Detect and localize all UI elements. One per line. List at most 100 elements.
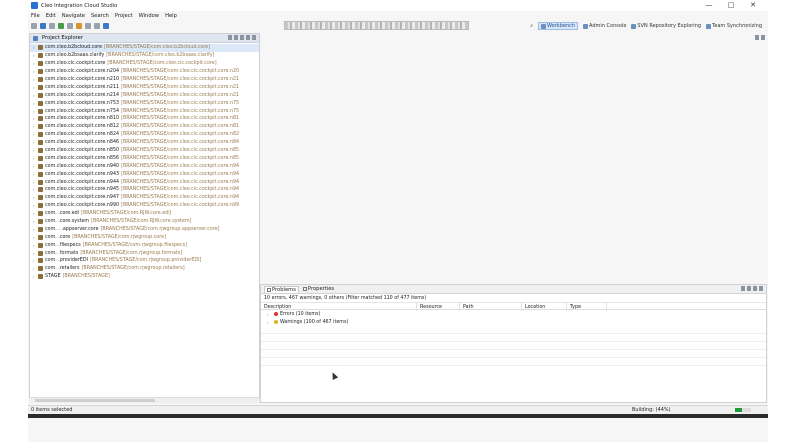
editor-toolbar <box>755 35 765 40</box>
project-name: com.cleo.cic.cockpit.core.n947 <box>45 195 120 201</box>
menu-window[interactable]: Window <box>139 13 159 19</box>
project-branch: [BRANCHES/STAGE/com.cleo.cic.cockpit.cor… <box>121 195 240 201</box>
maximize-view-icon[interactable] <box>252 35 256 40</box>
link-editor-icon[interactable] <box>234 35 238 40</box>
tree-item[interactable]: › com.cleo.cic.cockpit.core.n210 [BRANCHES… <box>30 76 259 84</box>
menu-search[interactable]: Search <box>91 13 109 19</box>
warning-icon <box>274 320 278 324</box>
tree-item[interactable]: › com.cleo.cic.cockpit.core.n944 [BRANCHES… <box>30 178 259 186</box>
tree-item[interactable]: › com.cleo.cic.cockpit.core [BRANCHES/STAG… <box>30 60 259 68</box>
column-resource[interactable]: Resource <box>417 303 460 311</box>
minimize-editor-icon[interactable] <box>755 35 759 40</box>
build-icon[interactable] <box>76 23 82 29</box>
tree-item[interactable]: › com.cleo.b2bcloud.core [BRANCHES/STAGE/c… <box>30 44 259 52</box>
perspective-team-sync[interactable]: Team Synchronizing <box>706 23 762 29</box>
menu-navigate[interactable]: Navigate <box>62 13 85 19</box>
print-icon[interactable] <box>49 23 55 29</box>
obscured-search-field[interactable] <box>284 21 469 30</box>
column-location[interactable]: Location <box>522 303 567 311</box>
menu-file[interactable]: File <box>31 13 40 19</box>
tree-item[interactable]: › com.cleo.cic.cockpit.core.n754 [BRANCHES… <box>30 107 259 115</box>
back-icon[interactable] <box>85 23 91 29</box>
column-path[interactable]: Path <box>460 303 522 311</box>
tab-properties[interactable]: Properties <box>302 286 335 292</box>
tree-item[interactable]: › com.cleo.cic.cockpit.core.n943 [BRANCHES… <box>30 170 259 178</box>
project-folder-icon <box>38 226 43 232</box>
tree-item[interactable]: › com.cleo.cic.cockpit.core.n211 [BRANCHES… <box>30 83 259 91</box>
project-folder-icon <box>38 69 43 75</box>
project-branch: [BRANCHES/STAGE/com.rjwgroup.appserver.c… <box>100 226 220 232</box>
tree-item[interactable]: › com.cleo.cic.cockpit.core.n812 [BRANCHES… <box>30 123 259 131</box>
maximize-view-icon[interactable] <box>759 286 763 291</box>
tree-item[interactable]: › com.cleo.cic.cockpit.core.n753 [BRANCHES… <box>30 99 259 107</box>
app-window: Cleo Integration Cloud Studio — □ ✕ File… <box>28 0 768 442</box>
perspective-workbench[interactable]: Workbench <box>538 22 579 30</box>
maximize-button[interactable]: □ <box>720 0 742 11</box>
tree-item[interactable]: › com. .core.system [BRANCHES/STAGE/com.RJ… <box>30 218 259 226</box>
problems-row-errors[interactable]: › Errors (10 items) <box>261 310 766 318</box>
problems-view-toolbar <box>741 286 763 291</box>
tree-item[interactable]: › com. .providerEDI [BRANCHES/STAGE/com.rj… <box>30 257 259 265</box>
new-icon[interactable] <box>31 23 37 29</box>
column-description[interactable]: Description <box>261 303 417 311</box>
perspective-svn[interactable]: SVN Repository Exploring <box>631 23 701 29</box>
project-name: com.cleo.cic.cockpit.core.n850 <box>45 148 120 154</box>
tree-item[interactable]: › com.cleo.cic.cockpit.core.n990 [BRANCHES… <box>30 202 259 210</box>
nav-icon[interactable] <box>103 23 109 29</box>
view-menu-icon[interactable] <box>240 35 244 40</box>
menu-project[interactable]: Project <box>115 13 133 19</box>
debug-icon[interactable] <box>67 23 73 29</box>
tree-item[interactable]: › com.cleo.cic.cockpit.core.n824 [BRANCHES… <box>30 131 259 139</box>
tree-item[interactable]: › STAGE [BRANCHES/STAGE] <box>30 273 259 281</box>
tab-problems[interactable]: Problems <box>264 285 299 293</box>
collapse-all-icon[interactable] <box>228 35 232 40</box>
project-branch: [BRANCHES/STAGE/com.cleo.cic.cockpit.cor… <box>121 116 240 122</box>
run-icon[interactable] <box>58 23 64 29</box>
view-menu-icon[interactable] <box>747 286 751 291</box>
tab-label: Properties <box>307 286 335 292</box>
tree-item[interactable]: › com.cleo.b2bsaas.clarify [BRANCHES/STAGE… <box>30 52 259 60</box>
tree-item[interactable]: › com.cleo.cic.cockpit.core.n856 [BRANCHES… <box>30 154 259 162</box>
menu-help[interactable]: Help <box>165 13 177 19</box>
minimize-button[interactable]: — <box>698 0 720 11</box>
tree-item[interactable]: › com.cleo.cic.cockpit.core.n947 [BRANCHES… <box>30 194 259 202</box>
problems-row-warnings[interactable]: › Warnings (100 of 467 items) <box>261 318 766 326</box>
project-folder-icon <box>38 250 43 256</box>
tree-item[interactable]: › com. .filespecs [BRANCHES/STAGE/com.rjwg… <box>30 241 259 249</box>
menu-edit[interactable]: Edit <box>46 13 56 19</box>
problems-summary: 10 errors, 467 warnings, 0 others (Filte… <box>264 295 427 301</box>
tree-item[interactable]: › com.cleo.cic.cockpit.core.n846 [BRANCHES… <box>30 139 259 147</box>
save-icon[interactable] <box>40 23 46 29</box>
close-button[interactable]: ✕ <box>742 0 764 11</box>
expand-arrow-icon[interactable]: › <box>267 320 272 325</box>
tree-item[interactable]: › com.cleo.cic.cockpit.core.n945 [BRANCHES… <box>30 186 259 194</box>
tree-item[interactable]: › com.cleo.cic.cockpit.core.n850 [BRANCHES… <box>30 147 259 155</box>
tree-item[interactable]: › com.cleo.cic.cockpit.core.n204 [BRANCHES… <box>30 68 259 76</box>
tree-item[interactable]: › com.cleo.cic.cockpit.core.n940 [BRANCHES… <box>30 162 259 170</box>
maximize-editor-icon[interactable] <box>761 35 765 40</box>
tree-item[interactable]: › com. . .appserver.core [BRANCHES/STAGE/c… <box>30 225 259 233</box>
app-logo-icon <box>31 2 38 9</box>
expand-arrow-icon[interactable]: › <box>267 312 272 317</box>
scroll-thumb[interactable] <box>35 399 155 402</box>
perspective-admin-console[interactable]: Admin Console <box>583 23 626 29</box>
filter-icon[interactable] <box>741 286 745 291</box>
column-type[interactable]: Type <box>567 303 607 311</box>
forward-icon[interactable] <box>94 23 100 29</box>
minimize-view-icon[interactable] <box>753 286 757 291</box>
project-name: com.cleo.cic.cockpit.core.n210 <box>45 77 120 82</box>
project-name: com.cleo.cic.cockpit.core.n211 <box>45 84 120 90</box>
project-folder-icon <box>38 92 43 98</box>
project-folder-icon <box>38 163 43 169</box>
horizontal-scrollbar[interactable] <box>29 397 260 403</box>
quick-access-search-icon[interactable]: ⌕ <box>530 23 533 29</box>
perspective-label: SVN Repository Exploring <box>637 23 702 29</box>
tree-item[interactable]: › com. .formats [BRANCHES/STAGE/com.rjwgro… <box>30 249 259 257</box>
tree-item[interactable]: › com.cleo.cic.cockpit.core.n214 [BRANCHES… <box>30 91 259 99</box>
tree-item[interactable]: › com. .core [BRANCHES/STAGE/com.rjwgroup.… <box>30 233 259 241</box>
tree-item[interactable]: › com. .core.edi [BRANCHES/STAGE/com.RJW.c… <box>30 210 259 218</box>
build-progress-bar[interactable] <box>735 408 751 412</box>
tree-item[interactable]: › com. .retailers [BRANCHES/STAGE/com.rjwg… <box>30 265 259 273</box>
tree-item[interactable]: › com.cleo.cic.cockpit.core.n810 [BRANCHES… <box>30 115 259 123</box>
minimize-view-icon[interactable] <box>246 35 250 40</box>
